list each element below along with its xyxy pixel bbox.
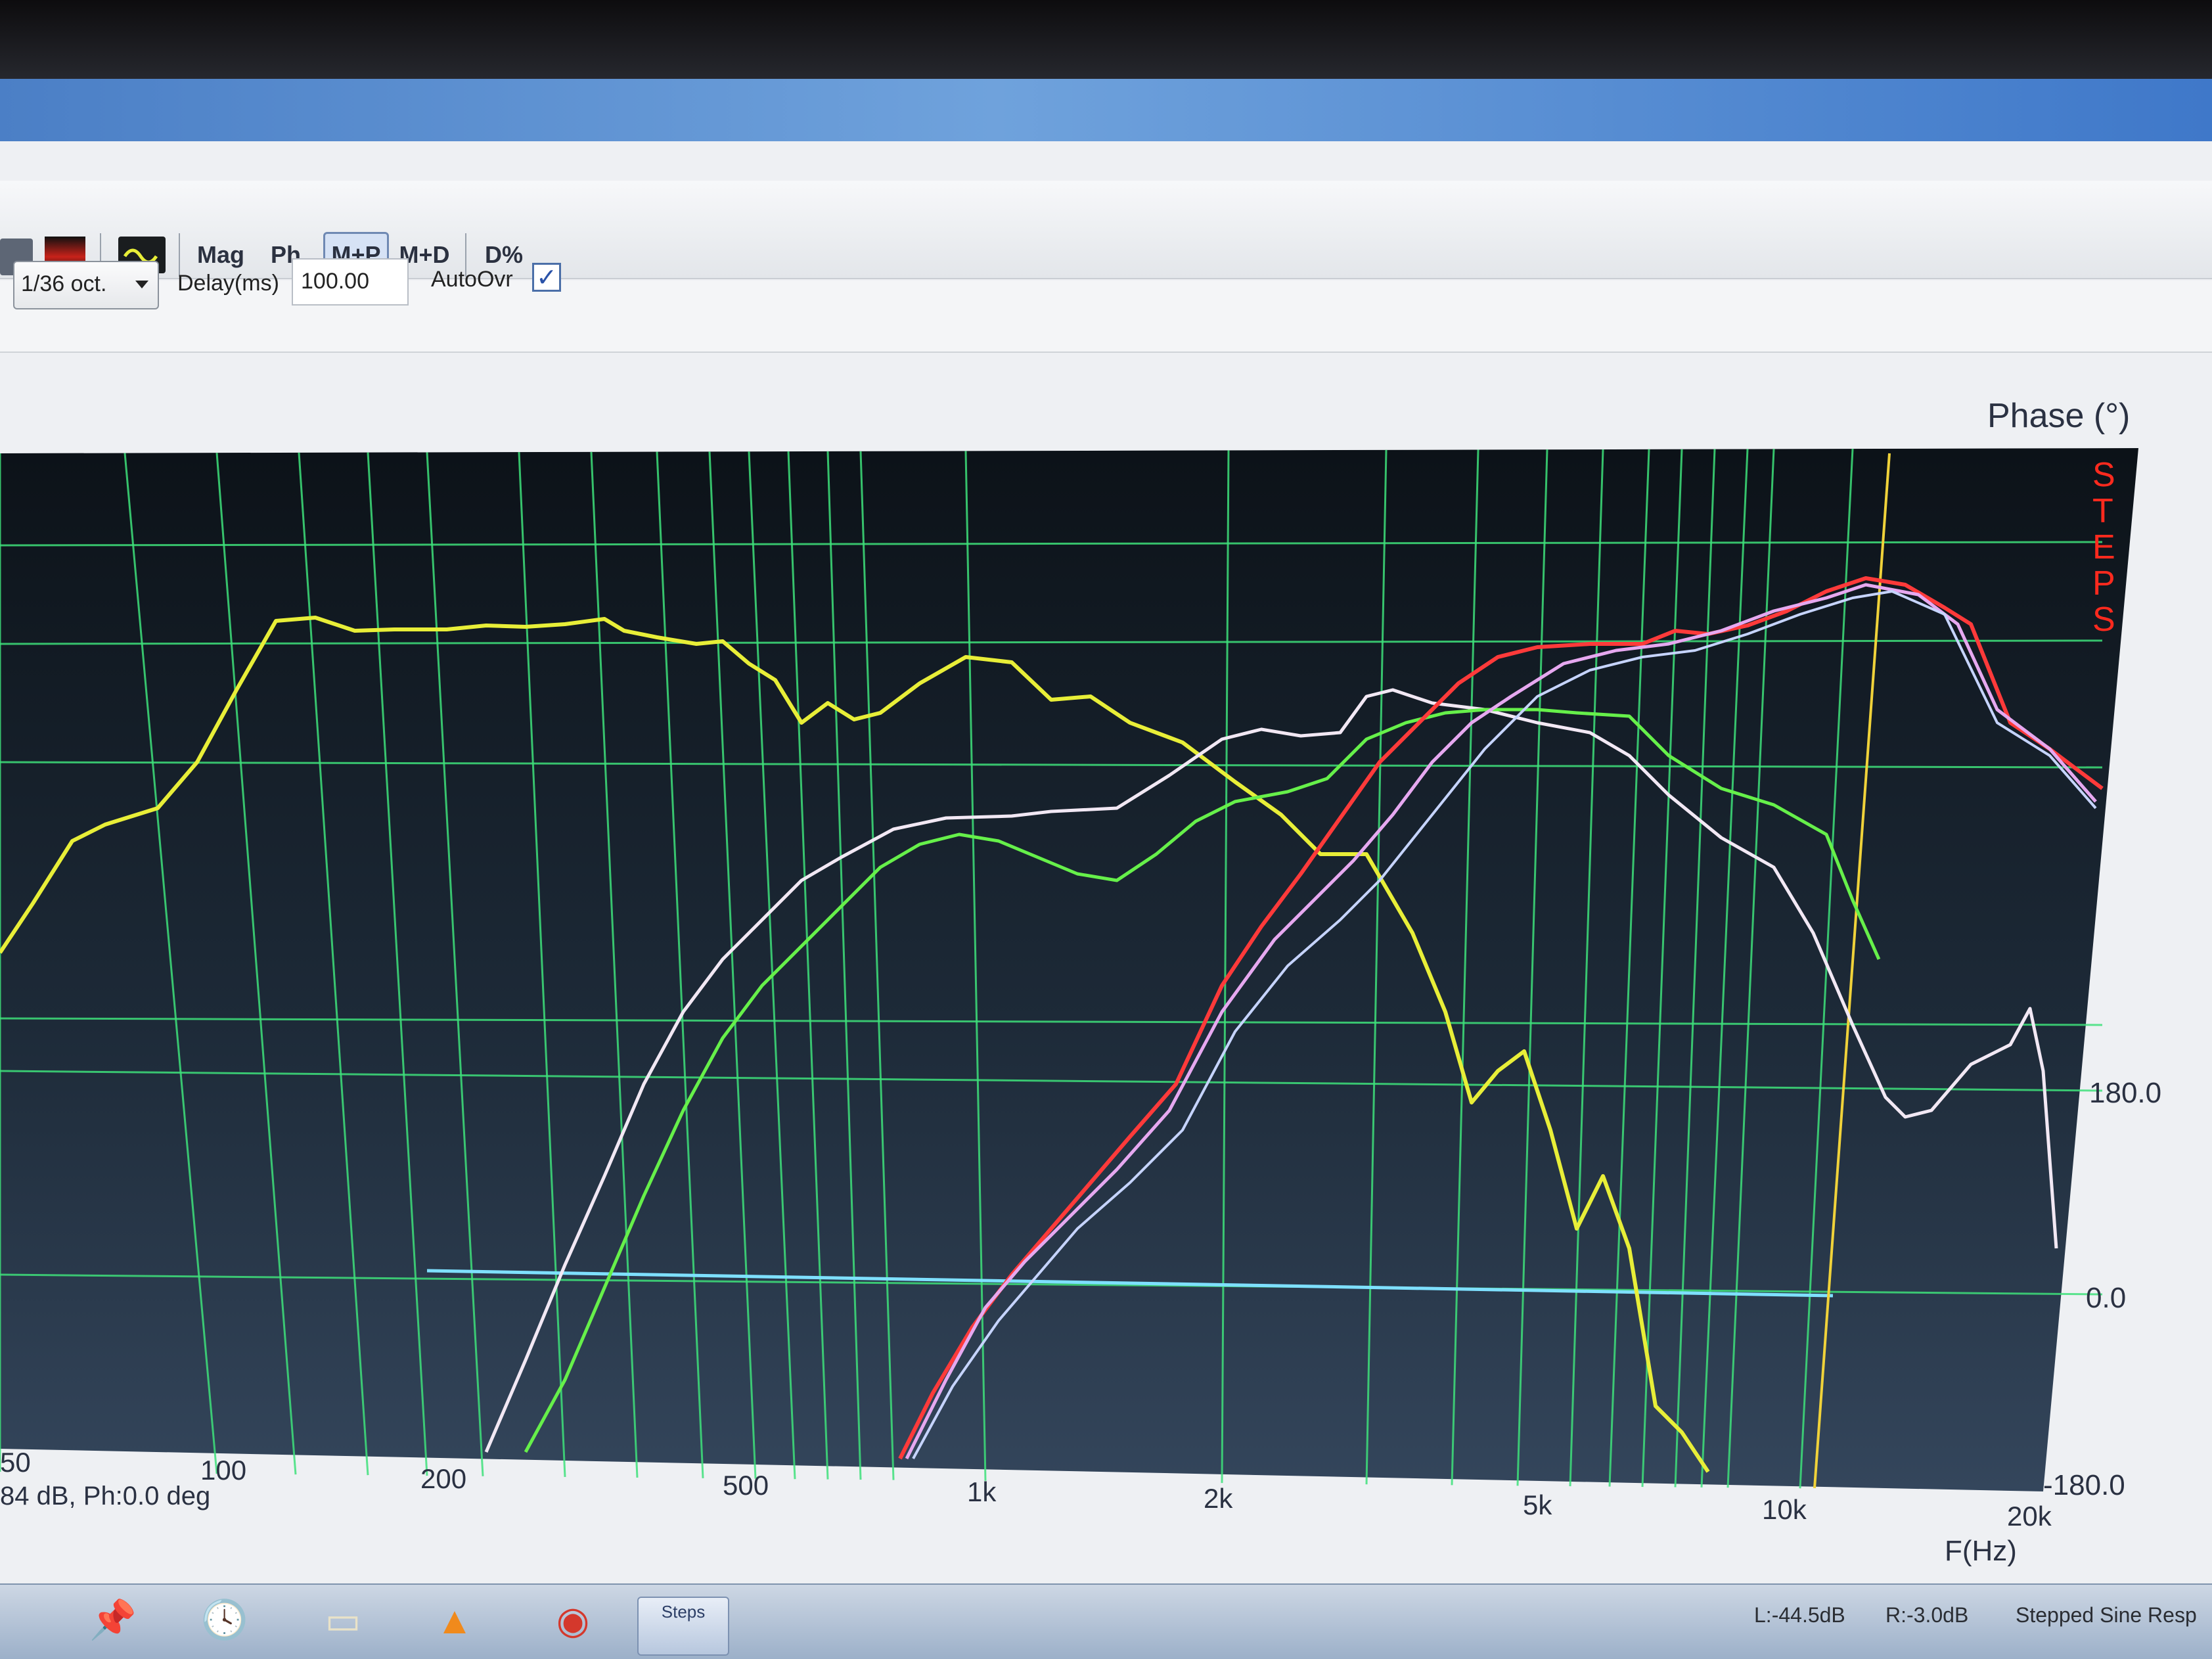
windows-taskbar: 📌 🕓 ▭ ▲ ◉ [0,1583,2212,1659]
delay-input[interactable]: 100.00 [292,258,409,306]
frequency-tick-label: 5k [1523,1489,1552,1520]
plot-background [0,448,2138,1491]
frequency-tick-label: 2k [1204,1483,1233,1514]
autoovr-label: AutoOvr [431,267,513,292]
phase-tick-label: -180.0 [2043,1469,2125,1501]
brand-letter: P [2092,564,2115,602]
frequency-tick-label: 100 [200,1455,246,1486]
clock-icon[interactable]: 🕓 [197,1593,252,1648]
delay-label: Delay(ms) [177,271,279,296]
frequency-axis-title: F(Hz) [1945,1535,2017,1567]
phase-tick-label: 180.0 [2089,1077,2161,1109]
frequency-tick-label: 500 [723,1470,769,1501]
octave-smoothing-select[interactable]: 1/36 oct. [13,261,159,309]
vlc-cone-icon[interactable]: ▲ [427,1593,482,1648]
chevron-down-icon [135,281,148,288]
phase-axis-title: Phase (°) [1987,397,2130,435]
frequency-tick-label: 1k [967,1476,997,1507]
steps-brand-letters: STEPS [2092,456,2115,639]
window-title-bar [0,79,2212,141]
cursor-readout: 84 dB, Ph:0.0 deg [0,1482,210,1511]
brand-letter: S [2092,456,2115,494]
frequency-tick-label: 200 [420,1463,466,1494]
folder-icon[interactable]: ▭ [315,1593,371,1648]
steps-taskbar-button[interactable]: Steps [637,1597,729,1656]
graph-area: Phase (°) STEPS 180.0 0.0 -180.0 50 100 200 5… [0,355,2212,1603]
frequency-tick-label: 20k [2007,1501,2052,1532]
brand-letter: S [2092,601,2115,639]
brand-letter: E [2092,528,2115,566]
autoovr-checkbox[interactable]: ✓ [532,263,561,292]
measurement-mode: Stepped Sine Resp [2016,1603,2197,1627]
frequency-tick-label: 50 [0,1447,31,1478]
monitor-bezel [0,0,2212,92]
frequency-response-graph[interactable]: Phase (°) STEPS 180.00.0-180.0 50 100 200 5… [0,355,2212,1583]
pin-icon[interactable]: 📌 [85,1593,141,1648]
steps-task-label: Steps [661,1602,706,1622]
brand-letter: T [2092,492,2113,530]
octave-value: 1/36 oct. [21,271,107,296]
chrome-icon[interactable]: ◉ [545,1593,600,1648]
left-level-readout: L:-44.5dB [1754,1603,1845,1627]
frequency-tick-label: 10k [1762,1494,1807,1525]
right-level-readout: R:-3.0dB [1885,1603,1969,1627]
phase-tick-label: 0.0 [2086,1282,2126,1314]
